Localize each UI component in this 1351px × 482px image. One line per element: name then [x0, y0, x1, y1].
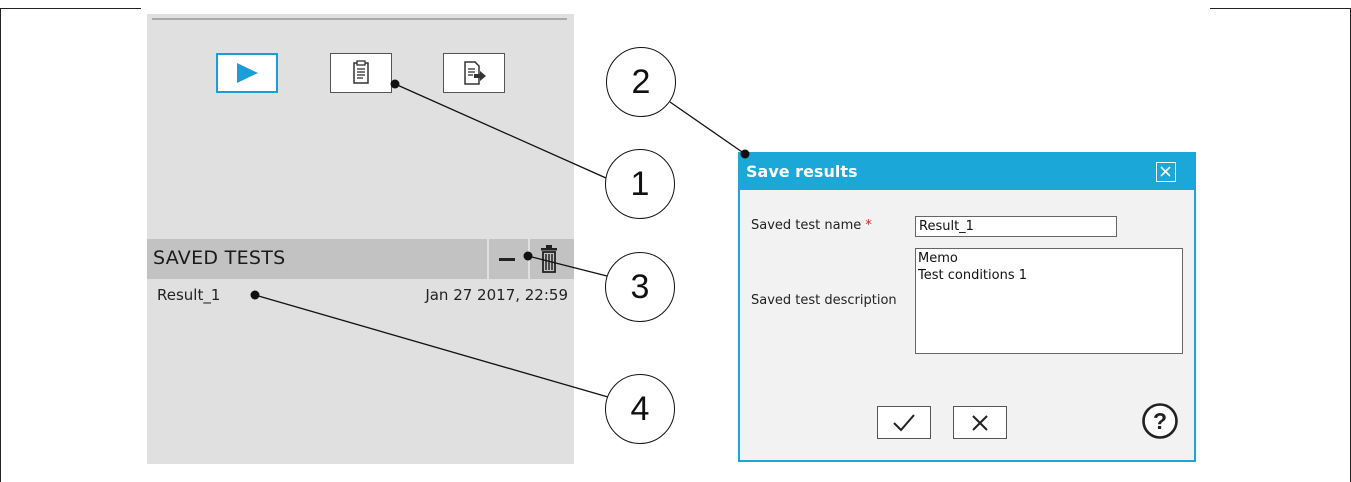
frame-left-border — [0, 8, 1, 482]
trash-icon — [541, 245, 557, 273]
frame-top-left — [0, 8, 141, 9]
remove-button[interactable] — [495, 239, 527, 279]
callout-number: 4 — [630, 389, 650, 428]
leader-line-2 — [669, 101, 746, 155]
callout-number: 2 — [631, 62, 651, 101]
document-export-icon — [464, 61, 486, 85]
dialog-title: Save results — [746, 162, 858, 181]
run-test-button[interactable] — [216, 53, 278, 93]
saved-tests-title: SAVED TESTS — [153, 247, 286, 269]
callout-number: 1 — [630, 164, 650, 203]
svg-text:?: ? — [1153, 408, 1167, 434]
frame-top-right — [1210, 8, 1351, 9]
callout-4: 4 — [605, 374, 675, 444]
saved-test-name-input[interactable] — [915, 216, 1117, 237]
required-marker: * — [865, 218, 872, 233]
saved-test-row[interactable]: Result_1 Jan 27 2017, 22:59 — [147, 282, 574, 308]
callout-3: 3 — [605, 252, 675, 322]
saved-tests-header: SAVED TESTS — [147, 239, 574, 279]
report-button[interactable] — [330, 53, 392, 93]
panel-top-divider — [152, 18, 567, 20]
description-line: Test conditions 1 — [918, 268, 1028, 283]
confirm-button[interactable] — [877, 406, 931, 439]
side-panel: SAVED TESTS Result_1 Jan 27 2017, 22:59 — [147, 14, 574, 464]
cancel-button[interactable] — [953, 406, 1007, 439]
help-icon: ? — [1142, 403, 1178, 439]
description-line: Memo — [918, 251, 958, 266]
clipboard-document-icon — [353, 60, 369, 84]
header-divider — [487, 239, 489, 279]
saved-test-name: Result_1 — [157, 286, 221, 304]
saved-test-date: Jan 27 2017, 22:59 — [425, 286, 568, 304]
checkmark-icon — [893, 413, 915, 431]
header-divider — [528, 239, 530, 279]
callout-1: 1 — [605, 149, 675, 219]
x-icon — [972, 414, 988, 431]
play-icon — [237, 63, 258, 83]
close-icon — [1160, 166, 1171, 177]
callout-number: 3 — [630, 267, 650, 306]
name-label-text: Saved test name — [751, 218, 862, 233]
help-button[interactable]: ? — [1141, 402, 1179, 440]
dialog-close-button[interactable] — [1156, 162, 1176, 182]
delete-button[interactable] — [533, 243, 567, 277]
minus-icon — [499, 258, 515, 261]
saved-test-name-label: Saved test name * — [751, 218, 872, 233]
saved-test-description-label: Saved test description — [751, 293, 897, 308]
export-button[interactable] — [443, 53, 505, 93]
saved-test-description-textarea[interactable]: Memo Test conditions 1 — [915, 248, 1183, 354]
save-results-dialog: Save results Saved test name * Saved tes… — [738, 152, 1196, 462]
dialog-titlebar: Save results — [740, 154, 1194, 190]
callout-2: 2 — [606, 47, 676, 117]
